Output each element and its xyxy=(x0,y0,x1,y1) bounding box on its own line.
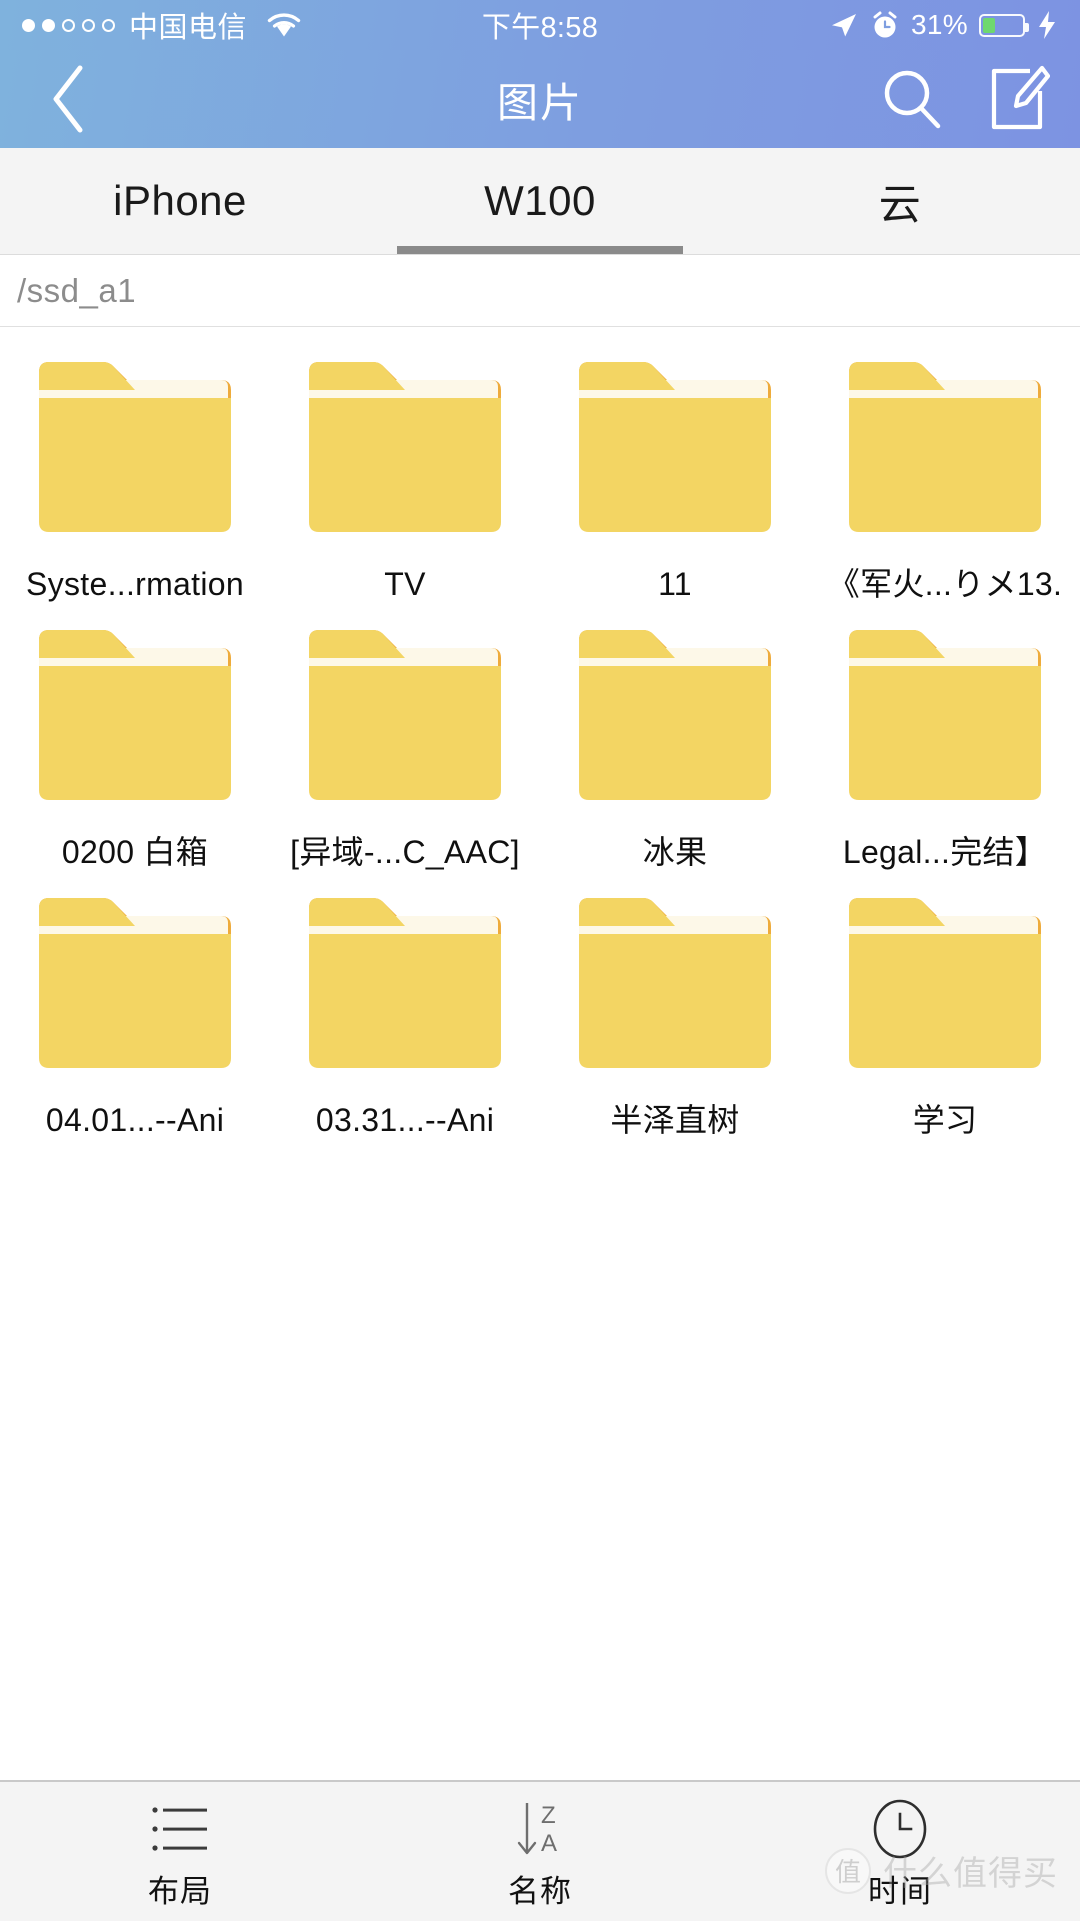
wifi-icon xyxy=(267,13,301,37)
folder-label: 03.31...--Ani xyxy=(315,1102,495,1138)
toolbar-sort-name-button[interactable]: Z A 名称 xyxy=(360,1782,720,1921)
folder-cell[interactable]: [异域-...C_AAC] xyxy=(270,606,540,874)
folder-label: 学习 xyxy=(912,1102,978,1138)
battery-percent-label: 31% xyxy=(911,9,968,40)
clock-icon xyxy=(869,1798,931,1860)
svg-text:Z: Z xyxy=(541,1802,556,1829)
signal-dot-4 xyxy=(82,18,95,32)
tab-iphone[interactable]: iPhone xyxy=(0,148,360,254)
file-grid-scroll-area[interactable]: Syste...rmation TV 11 《军火...りメ13. 0200 白箱 [异域… xyxy=(0,327,1080,1780)
folder-cell[interactable]: 学习 xyxy=(810,874,1080,1142)
folder-cell[interactable]: TV xyxy=(270,338,540,606)
search-button[interactable] xyxy=(876,63,948,135)
search-icon xyxy=(884,70,941,129)
alarm-clock-icon xyxy=(873,11,897,38)
signal-dot-2 xyxy=(42,18,55,32)
lightning-bolt-icon xyxy=(1039,11,1055,39)
folder-label: 11 xyxy=(658,566,692,602)
carrier-name: 中国电信 xyxy=(129,12,248,44)
folder-cell[interactable]: 冰果 xyxy=(540,606,810,874)
folder-label: Syste...rmation xyxy=(26,566,244,602)
folder-icon xyxy=(579,362,771,532)
file-grid: Syste...rmation TV 11 《军火...りメ13. 0200 白箱 [异域… xyxy=(0,338,1080,1142)
folder-cell[interactable]: 11 xyxy=(540,338,810,606)
folder-icon xyxy=(39,362,231,532)
folder-label: TV xyxy=(384,566,426,602)
breadcrumb[interactable]: /ssd_a1 xyxy=(0,255,1080,327)
toolbar-sort-time-button[interactable]: 时间 xyxy=(720,1782,1080,1921)
folder-icon xyxy=(579,898,771,1068)
battery-fill xyxy=(983,17,995,33)
status-bar-left: 中国电信 xyxy=(22,4,302,46)
folder-cell[interactable]: Legal...完结】 xyxy=(810,606,1080,874)
nav-actions xyxy=(876,63,1054,135)
folder-icon xyxy=(849,630,1041,800)
folder-icon xyxy=(309,898,501,1068)
signal-dot-5 xyxy=(102,18,115,32)
tab-iphone-label: iPhone xyxy=(113,177,247,224)
toolbar-layout-label: 布局 xyxy=(148,1874,212,1909)
folder-icon xyxy=(309,362,501,532)
sort-za-icon: Z A xyxy=(511,1798,569,1860)
nav-bar: 图片 xyxy=(0,50,1080,148)
folder-label: 04.01...--Ani xyxy=(45,1102,225,1138)
signal-dot-1 xyxy=(22,18,35,32)
device-tab-bar: iPhone W100 云 xyxy=(0,148,1080,255)
status-bar-right: 31% xyxy=(829,9,1058,41)
tab-cloud-label: 云 xyxy=(878,180,922,228)
tab-cloud[interactable]: 云 xyxy=(720,148,1080,254)
signal-strength-dots xyxy=(22,18,115,32)
battery-icon xyxy=(979,13,1029,37)
folder-cell[interactable]: 《军火...りメ13. xyxy=(810,338,1080,606)
folder-icon xyxy=(309,630,501,800)
folder-icon xyxy=(39,630,231,800)
status-bar: 中国电信 下午8:58 31% xyxy=(0,0,1080,50)
toolbar-layout-button[interactable]: 布局 xyxy=(0,1782,360,1921)
folder-cell[interactable]: 0200 白箱 xyxy=(0,606,270,874)
folder-cell[interactable]: 03.31...--Ani xyxy=(270,874,540,1142)
tab-w100-label: W100 xyxy=(484,177,596,224)
folder-icon xyxy=(579,630,771,800)
toolbar-sort-time-label: 时间 xyxy=(868,1874,932,1909)
tab-w100[interactable]: W100 xyxy=(360,148,720,254)
folder-cell[interactable]: 半泽直树 xyxy=(540,874,810,1142)
folder-icon xyxy=(39,898,231,1068)
folder-label: 半泽直树 xyxy=(610,1102,740,1138)
app-root: 中国电信 下午8:58 31% 图片 iPhone W100 云 /ssd_a1… xyxy=(0,0,1080,1921)
folder-label: 《军火...りメ13. xyxy=(827,566,1063,602)
folder-icon xyxy=(849,362,1041,532)
chevron-left-icon xyxy=(53,65,83,133)
list-layout-icon xyxy=(149,1798,211,1860)
compose-icon xyxy=(991,65,1050,130)
svg-text:A: A xyxy=(541,1830,557,1857)
compose-button[interactable] xyxy=(982,63,1054,135)
folder-cell[interactable]: Syste...rmation xyxy=(0,338,270,606)
folder-label: 0200 白箱 xyxy=(61,834,209,870)
folder-label: Legal...完结】 xyxy=(842,834,1048,870)
location-arrow-icon xyxy=(832,14,857,37)
status-bar-clock: 下午8:58 xyxy=(481,12,599,44)
signal-dot-3 xyxy=(62,18,75,32)
toolbar-sort-name-label: 名称 xyxy=(508,1874,572,1909)
folder-icon xyxy=(849,898,1041,1068)
folder-label: [异域-...C_AAC] xyxy=(290,834,520,870)
back-button[interactable] xyxy=(26,56,112,142)
folder-cell[interactable]: 04.01...--Ani xyxy=(0,874,270,1142)
current-path-label: /ssd_a1 xyxy=(17,271,137,309)
tab-w100-underline xyxy=(397,246,683,254)
bottom-toolbar: 布局 Z A 名称 时间 值 什么值得买 xyxy=(0,1780,1080,1921)
folder-label: 冰果 xyxy=(642,834,708,870)
